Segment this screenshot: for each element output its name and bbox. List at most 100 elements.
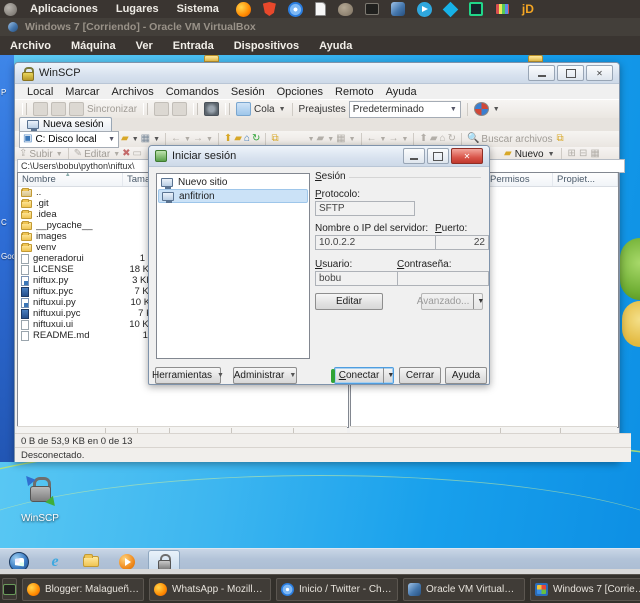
username-value: bobu	[319, 273, 342, 284]
close-dialog-button[interactable]: Cerrar	[399, 367, 441, 384]
winscp-titlebar[interactable]: WinSCP ✕	[15, 63, 619, 84]
winscp-menubar: Local Marcar Archivos Comandos Sesión Opcione…	[15, 84, 619, 99]
host-menubar: Aplicaciones Lugares Sistema	[21, 3, 228, 15]
tv-icon[interactable]	[494, 3, 510, 15]
password-label: Contraseña:	[397, 259, 452, 270]
chevron-down-icon[interactable]: ▼	[108, 136, 115, 143]
password-field[interactable]	[397, 271, 489, 286]
close-button[interactable]: ✕	[586, 65, 613, 81]
network-icon[interactable]: ⧉	[271, 134, 278, 144]
vbox-menu-ayuda[interactable]: Ayuda	[309, 40, 362, 52]
queue-icon[interactable]	[236, 102, 252, 116]
chevron-down-icon[interactable]: ▼	[132, 136, 139, 143]
task-button-oracle-vm-virtualbox-a[interactable]: Oracle VM VirtualBox A...	[403, 577, 525, 601]
winscp-menu-comandos[interactable]: Comandos	[160, 86, 225, 98]
vbox-menu-ver[interactable]: Ver	[126, 40, 163, 52]
restore-button[interactable]	[427, 148, 449, 164]
winscp-menu-archivos[interactable]: Archivos	[106, 86, 160, 98]
help-button[interactable]: Ayuda	[445, 367, 487, 384]
kodi-icon[interactable]	[442, 1, 459, 17]
site-item-nuevo-sitio[interactable]: Nuevo sitio	[158, 176, 308, 189]
protocol-value: SFTP	[319, 203, 345, 214]
update-dropdown-arrow[interactable]: ▼	[493, 106, 500, 113]
chevron-down-icon[interactable]: ▼	[383, 368, 397, 383]
chevron-down-icon[interactable]: ▼	[450, 106, 457, 113]
local-drive-combo[interactable]: ▣ C: Disco local ▼	[19, 130, 119, 148]
copy-session-icon[interactable]	[172, 102, 188, 116]
panels-icon[interactable]	[33, 102, 48, 116]
vbox-menu-m-quina[interactable]: Máquina	[61, 40, 126, 52]
refresh-icon[interactable]: ↻	[252, 134, 260, 144]
connection-status-bar: Desconectado.	[15, 447, 631, 462]
queue-dropdown-arrow[interactable]: ▼	[279, 106, 286, 113]
new-label[interactable]: Nuevo	[515, 149, 544, 160]
parent-directory-icon[interactable]: ⬆	[224, 134, 232, 144]
pycharm-icon[interactable]	[468, 2, 483, 16]
host-menu-lugares[interactable]: Lugares	[107, 3, 168, 15]
synchronize-label: Sincronizar	[87, 103, 138, 115]
separator	[460, 132, 462, 146]
column-header-nombre[interactable]: Nombre ▲	[18, 172, 123, 186]
host-menu-sistema[interactable]: Sistema	[168, 3, 228, 15]
preset-combo[interactable]: Predeterminado ▼	[348, 100, 461, 118]
task-button-inicio-twitter-chrom[interactable]: Inicio / Twitter - Chrom...	[276, 577, 398, 601]
task-button-windows-7-corriendo[interactable]: Windows 7 [Corriendo]	[530, 577, 640, 601]
libreoffice-icon[interactable]	[314, 2, 326, 16]
task-button-whatsapp-mozilla-fire[interactable]: WhatsApp - Mozilla Fire...	[149, 577, 271, 601]
distro-menu-icon[interactable]	[4, 2, 17, 16]
update-icon[interactable]	[473, 102, 489, 116]
winscp-menu-remoto[interactable]: Remoto	[329, 86, 380, 98]
column-header-permisos[interactable]: Permisos	[486, 173, 553, 186]
firefox-icon[interactable]	[235, 1, 251, 17]
winscp-desktop-shortcut[interactable]: WinSCP	[18, 472, 62, 524]
root-directory-icon[interactable]: ▰	[234, 134, 242, 144]
maximize-button[interactable]	[557, 65, 584, 81]
brave-icon[interactable]	[262, 2, 276, 16]
tools-button[interactable]: Herramientas ▼	[152, 367, 224, 384]
window-list-button[interactable]	[2, 578, 17, 600]
site-item-anfitrion[interactable]: anfitrion	[158, 189, 308, 203]
chevron-down-icon[interactable]: ▼	[548, 151, 555, 158]
column-header-propiet[interactable]: Propiet...	[553, 173, 618, 186]
toolbar-grip	[22, 103, 27, 115]
winscp-icon	[156, 553, 172, 570]
transfer-summary: 0 B de 53,9 KB en 0 de 13	[21, 435, 133, 447]
chromium-icon[interactable]	[287, 1, 303, 17]
site-list[interactable]: Nuevo sitio anfitrion	[156, 173, 310, 359]
minimize-button[interactable]	[528, 65, 555, 81]
vbox-menu-entrada[interactable]: Entrada	[163, 40, 224, 52]
remove-icon: ⊟	[578, 148, 588, 159]
minimize-button[interactable]	[403, 148, 425, 164]
jdownloader-icon[interactable]: jD	[522, 2, 534, 16]
vbox-menu-dispositivos[interactable]: Dispositivos	[224, 40, 309, 52]
task-button-blogger-malague-os-or[interactable]: Blogger: Malagueños or...	[22, 577, 144, 601]
new-folder-icon[interactable]: ▰	[504, 149, 512, 159]
login-dialog-titlebar[interactable]: Iniciar sesión ✕	[149, 146, 489, 167]
winscp-menu-marcar[interactable]: Marcar	[59, 86, 105, 98]
gimp-icon[interactable]	[337, 2, 353, 16]
winscp-menu-ayuda[interactable]: Ayuda	[380, 86, 423, 98]
open-folder-icon[interactable]: ▰	[121, 134, 129, 144]
telegram-icon[interactable]	[416, 1, 432, 17]
terminal-icon[interactable]	[364, 3, 379, 15]
winscp-menu-opciones[interactable]: Opciones	[271, 86, 329, 98]
preferences-gear-icon[interactable]	[204, 102, 220, 116]
tab-new-session[interactable]: Nueva sesión	[19, 117, 112, 131]
edit-button[interactable]: Editar	[315, 293, 383, 310]
winscp-menu-sesi-n[interactable]: Sesión	[225, 86, 271, 98]
connect-button[interactable]: Conectar ▼	[330, 367, 397, 384]
transfer-settings-icon[interactable]	[154, 102, 170, 116]
chevron-down-icon[interactable]: ▼	[153, 136, 160, 143]
virtualbox-icon[interactable]	[390, 2, 405, 16]
close-button[interactable]: ✕	[451, 148, 483, 164]
panels-swap-icon[interactable]	[51, 102, 66, 116]
network-icon[interactable]: ⧉	[557, 134, 564, 144]
manage-button[interactable]: Administrar ▼	[233, 367, 297, 384]
home-directory-icon[interactable]: ⌂	[244, 134, 250, 144]
vbox-menu-archivo[interactable]: Archivo	[0, 40, 61, 52]
winscp-menu-local[interactable]: Local	[21, 86, 59, 98]
queue-label[interactable]: Cola	[254, 104, 275, 115]
chevron-down-icon: ▼	[113, 150, 121, 158]
bookmark-icon[interactable]: ▦	[141, 134, 150, 144]
host-menu-aplicaciones[interactable]: Aplicaciones	[21, 3, 107, 15]
